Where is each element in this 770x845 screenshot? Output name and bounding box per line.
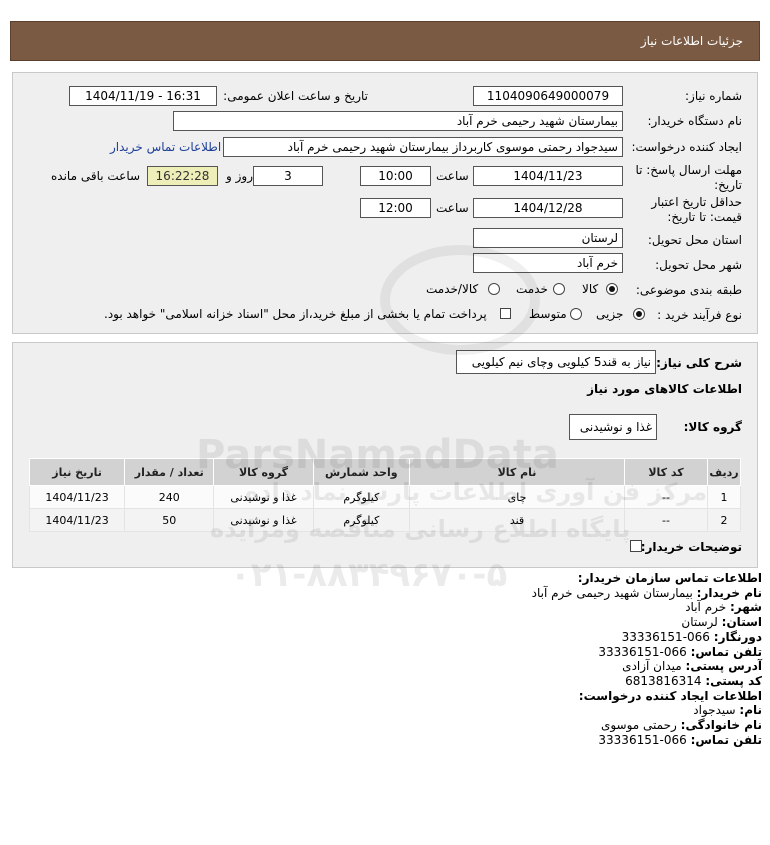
deadline-date-field[interactable]: 1404/11/23 xyxy=(473,166,623,186)
need-details-panel xyxy=(12,342,758,568)
page-title: جزئیات اطلاعات نیاز xyxy=(640,34,743,48)
treasury-payment-checkbox[interactable] xyxy=(500,308,511,319)
cell-qty: 50 xyxy=(124,508,215,532)
deadline-time-field[interactable]: 10:00 xyxy=(360,166,431,186)
col-name: نام کالا xyxy=(409,458,625,486)
description-field[interactable]: نیاز به قند5 کیلویی وچای نیم کیلویی xyxy=(456,350,656,374)
announce-date-field[interactable]: 1404/11/19 - 16:31 xyxy=(69,86,217,106)
creator-field[interactable]: سیدجواد رحمتی موسوی کاربرداز بیمارستان ش… xyxy=(223,137,623,157)
category-goods-radio[interactable] xyxy=(606,283,618,295)
cell-unit: کیلوگرم xyxy=(312,485,411,509)
last-name-value: رحمتی موسوی xyxy=(600,718,677,733)
contact-province-key: استان: xyxy=(721,615,762,630)
last-name-key: نام خانوادگی: xyxy=(680,718,762,733)
buyer-org-field[interactable]: بیمارستان شهید رحیمی خرم آباد xyxy=(173,111,623,131)
contact-province-value: لرستان xyxy=(681,615,718,630)
cell-row: 1 xyxy=(707,485,741,509)
treasury-payment-note: پرداخت تمام یا بخشی از مبلغ خرید،از محل … xyxy=(104,307,487,321)
buyer-org-label: نام دستگاه خریدار: xyxy=(647,114,743,128)
province-label: استان محل تحویل: xyxy=(647,233,742,247)
creator-label: ایجاد کننده درخواست: xyxy=(631,140,742,154)
first-name-value: سیدجواد xyxy=(693,703,736,718)
category-service-radio[interactable] xyxy=(553,283,565,295)
table-row[interactable]: 2 -- قند کیلوگرم غذا و نوشیدنی 50 1404/1… xyxy=(28,508,741,532)
deadline-time-label: ساعت xyxy=(436,169,469,183)
process-minor-label: جزیی xyxy=(596,307,624,321)
cell-name: چای xyxy=(409,485,625,509)
city-label: شهر محل تحویل: xyxy=(655,258,742,272)
province-field[interactable]: لرستان xyxy=(473,228,623,248)
col-code: کد کالا xyxy=(623,458,709,486)
cell-group: غذا و نوشیدنی xyxy=(213,485,314,509)
creator-phone-key: تلفن تماس: xyxy=(690,732,762,747)
category-service-label: خدمت xyxy=(516,282,548,296)
category-label: طبقه بندی موضوعی: xyxy=(635,283,742,297)
col-row: ردیف xyxy=(707,458,741,486)
contact-city-key: شهر: xyxy=(730,600,762,615)
contact-title: اطلاعات تماس سازمان خریدار: xyxy=(577,571,762,585)
creator-phone-value: 066-33336151 xyxy=(598,732,687,747)
buyer-notes-checkbox[interactable] xyxy=(630,540,642,552)
validity-time-label: ساعت xyxy=(436,201,469,215)
validity-label: حداقل تاریخ اعتبار xyxy=(651,195,742,209)
fax-key: دورنگار: xyxy=(713,629,762,644)
contact-city-value: خرم آباد xyxy=(685,600,727,615)
description-label: شرح کلی نیاز: xyxy=(656,356,742,370)
goods-table: ردیف کد کالا نام کالا واحد شمارش گروه کا… xyxy=(28,458,741,532)
table-row[interactable]: 1 -- چای کیلوگرم غذا و نوشیدنی 240 1404/… xyxy=(28,485,741,509)
fax-value: 066-33336151 xyxy=(621,629,710,644)
need-number-label: شماره نیاز: xyxy=(685,89,742,103)
buyer-name-key: نام خریدار: xyxy=(696,585,762,600)
col-unit: واحد شمارش xyxy=(312,458,411,486)
buyer-notes-label: توضیحات خریدار: xyxy=(640,540,742,554)
phone-key: تلفن تماس: xyxy=(690,644,762,659)
deadline-label-date: تاریخ: xyxy=(714,178,742,192)
process-label: نوع فرآیند خرید : xyxy=(657,308,742,322)
page-header: جزئیات اطلاعات نیاز xyxy=(10,21,760,61)
cell-unit: کیلوگرم xyxy=(312,508,411,532)
address-value: میدان آزادی xyxy=(622,659,682,674)
days-label: روز و xyxy=(226,169,253,183)
process-medium-label: متوسط xyxy=(529,307,567,321)
category-both-radio[interactable] xyxy=(488,283,500,295)
col-qty: تعداد / مقدار xyxy=(124,458,215,486)
category-goods-label: کالا xyxy=(582,282,599,296)
deadline-label: مهلت ارسال پاسخ: تا xyxy=(635,163,742,177)
days-field[interactable]: 3 xyxy=(253,166,323,186)
remaining-time-field: 16:22:28 xyxy=(147,166,218,186)
goods-table-header: ردیف کد کالا نام کالا واحد شمارش گروه کا… xyxy=(28,458,741,486)
cell-code: -- xyxy=(623,508,709,532)
validity-date-field[interactable]: 1404/12/28 xyxy=(473,198,623,218)
cell-group: غذا و نوشیدنی xyxy=(213,508,314,532)
cell-date: 1404/11/23 xyxy=(28,485,126,509)
goods-group-label: گروه کالا: xyxy=(683,420,742,434)
phone-value: 066-33336151 xyxy=(598,644,687,659)
address-key: آدرس پستی: xyxy=(685,659,762,674)
col-date: تاریخ نیاز xyxy=(28,458,126,486)
first-name-key: نام: xyxy=(739,703,762,718)
goods-info-title: اطلاعات کالاهای مورد نیاز xyxy=(587,382,742,396)
need-number-field[interactable]: 1104090649000079 xyxy=(473,86,623,106)
creator-info-title: اطلاعات ایجاد کننده درخواست: xyxy=(578,688,762,703)
process-medium-radio[interactable] xyxy=(570,308,582,320)
postal-key: کد پستی: xyxy=(705,673,762,688)
cell-code: -- xyxy=(623,485,709,509)
validity-time-field[interactable]: 12:00 xyxy=(360,198,431,218)
cell-date: 1404/11/23 xyxy=(28,508,126,532)
buyer-name-value: بیمارستان شهید رحیمی خرم آباد xyxy=(531,585,693,600)
remaining-label: ساعت باقی مانده xyxy=(51,169,141,183)
city-field[interactable]: خرم آباد xyxy=(473,253,623,273)
announce-date-label: تاریخ و ساعت اعلان عمومی: xyxy=(223,89,368,103)
contact-info: اطلاعات تماس سازمان خریدار: نام خریدار: … xyxy=(532,571,762,747)
cell-qty: 240 xyxy=(124,485,215,509)
buyer-contact-link[interactable]: اطلاعات تماس خریدار xyxy=(110,140,221,154)
goods-group-field: غذا و نوشیدنی xyxy=(569,414,657,440)
cell-name: قند xyxy=(409,508,625,532)
validity-label-date: قیمت: تا تاریخ: xyxy=(667,210,742,224)
cell-row: 2 xyxy=(707,508,741,532)
category-both-label: کالا/خدمت xyxy=(426,282,479,296)
col-group: گروه کالا xyxy=(213,458,314,486)
postal-value: 6813816314 xyxy=(625,673,702,688)
process-minor-radio[interactable] xyxy=(633,308,645,320)
